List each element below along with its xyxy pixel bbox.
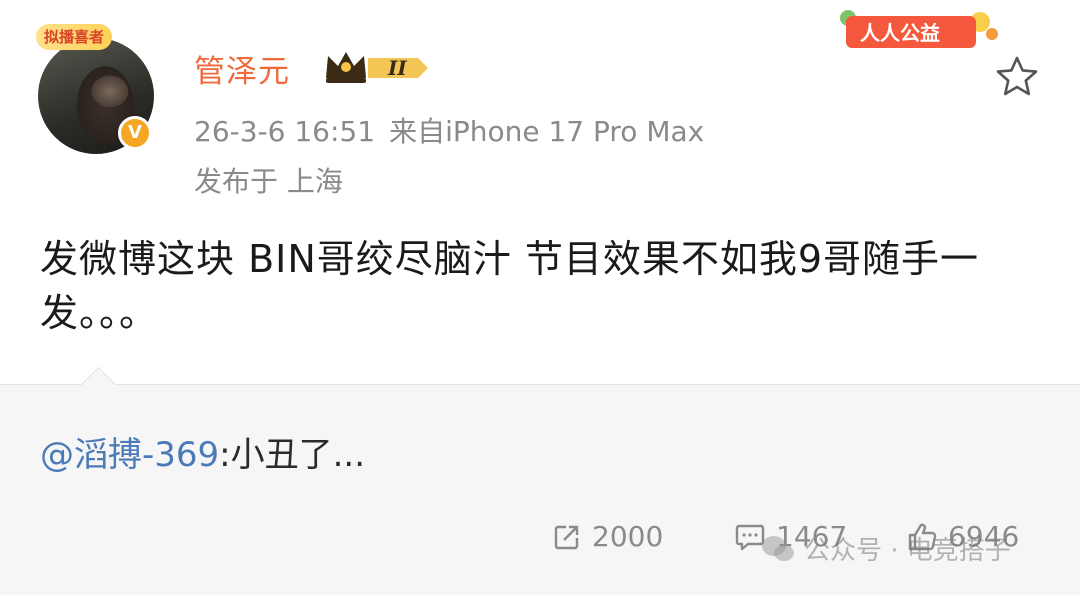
charity-badge[interactable]: 人人公益 xyxy=(828,4,1004,58)
post-meta: 26-3-6 16:51 来自iPhone 17 Pro Max xyxy=(194,110,718,150)
username[interactable]: 管泽元 xyxy=(194,46,290,91)
post-text: 发微博这块 BIN哥绞尽脑汁 节目效果不如我9哥随手一发。。。 xyxy=(40,237,980,335)
forward-icon xyxy=(554,525,579,549)
repost-text: @滔搏-369:小丑了... xyxy=(40,427,365,476)
avatar-badge: 拟播喜者 xyxy=(36,24,113,50)
verified-badge-icon: V xyxy=(118,116,152,150)
forward-button[interactable]: 2000 xyxy=(552,520,663,553)
repost-mention[interactable]: @滔搏-369 xyxy=(40,435,219,475)
repost-notch xyxy=(80,366,117,403)
post-timestamp: 26-3-6 16:51 xyxy=(194,115,376,148)
vip-level-label: II xyxy=(387,56,407,80)
forward-count: 2000 xyxy=(592,520,664,553)
favorite-star-icon[interactable] xyxy=(994,54,1040,104)
repost-box[interactable]: @滔搏-369:小丑了... xyxy=(0,366,1080,595)
vip-crown-icon[interactable]: II xyxy=(322,48,434,92)
like-button[interactable]: 6946 xyxy=(906,520,1019,553)
comment-count: 1467 xyxy=(776,520,848,553)
like-count: 6946 xyxy=(948,520,1020,553)
post-source: 来自iPhone 17 Pro Max xyxy=(389,115,705,148)
comment-icon xyxy=(735,524,765,550)
action-bar: 2000 1467 6946 xyxy=(0,520,1080,560)
post-location: 发布于 上海 xyxy=(194,165,343,198)
comment-button[interactable]: 1467 xyxy=(734,520,847,553)
repost-content: :小丑了... xyxy=(219,435,366,475)
avatar-container[interactable]: 拟播喜者 V xyxy=(32,24,162,154)
charity-badge-label: 人人公益 xyxy=(860,21,940,45)
like-icon xyxy=(908,523,937,550)
